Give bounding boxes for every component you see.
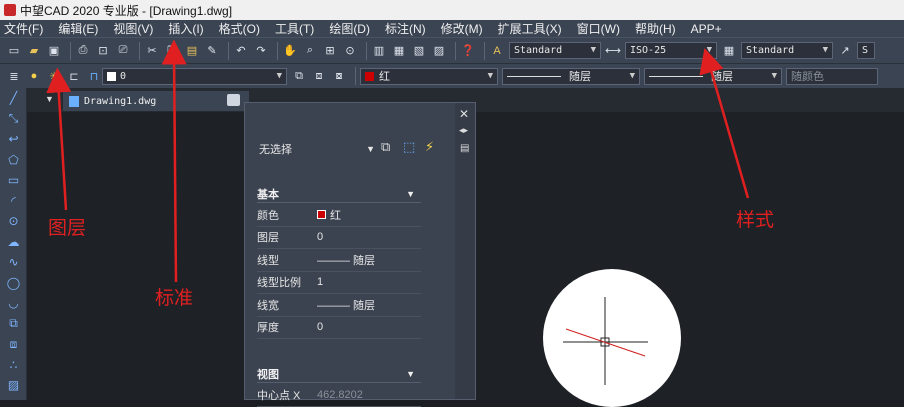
layer-annotation-label: 图层 bbox=[48, 217, 87, 239]
style-annotation-arrow bbox=[699, 47, 750, 199]
standard-annotation-label: 标准 bbox=[155, 287, 194, 309]
annotation-arrows bbox=[46, 39, 750, 283]
style-annotation-label: 样式 bbox=[736, 209, 775, 231]
layer-annotation-arrow bbox=[46, 67, 72, 211]
standard-annotation-arrow bbox=[161, 39, 187, 283]
